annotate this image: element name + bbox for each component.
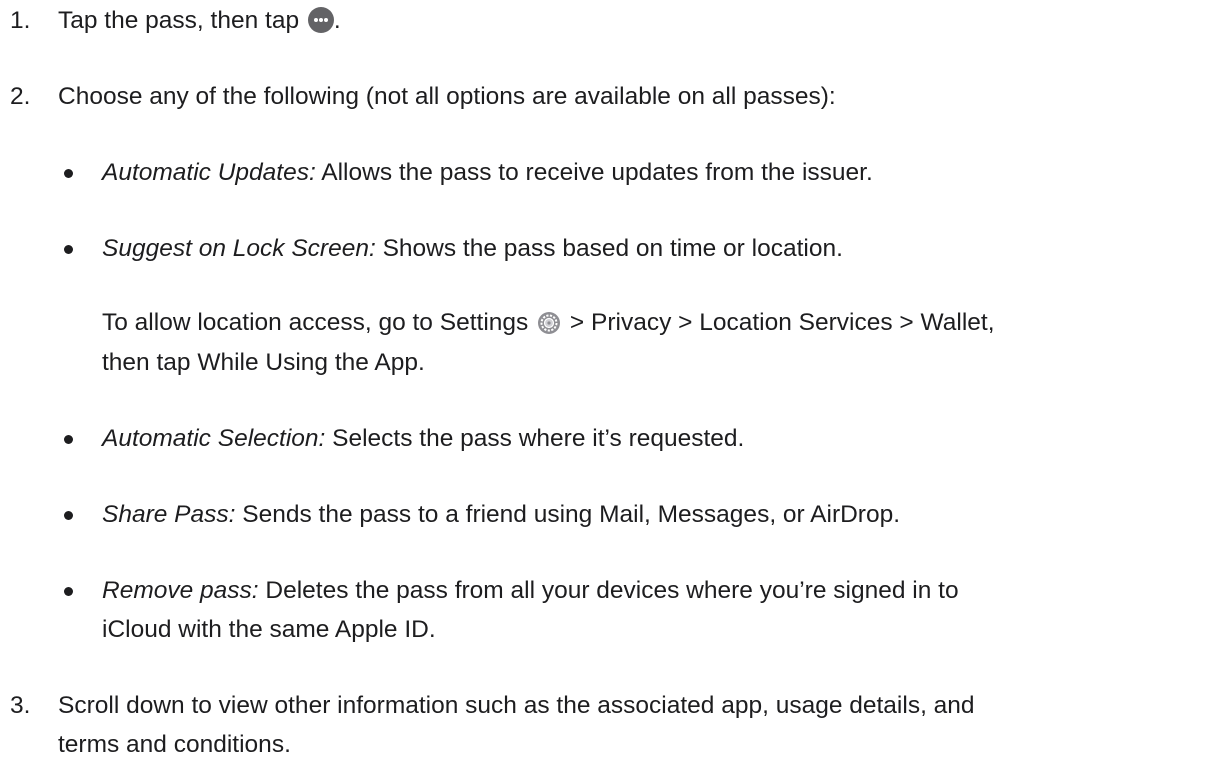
instructions-document: 1. Tap the pass, then tap . 2. Choose an… bbox=[0, 0, 1227, 763]
option-description: Deletes the pass from all your devices w… bbox=[258, 577, 959, 604]
option-term: Remove pass: bbox=[102, 577, 259, 604]
option-term: Automatic Selection: bbox=[102, 425, 326, 452]
option-description: Allows the pass to receive updates from … bbox=[315, 159, 873, 186]
option-description: Shows the pass based on time or location… bbox=[375, 235, 843, 262]
step-number: 1. bbox=[10, 7, 31, 34]
option-remove-pass-line-2: iCloud with the same Apple ID. bbox=[102, 616, 436, 643]
step-text: Scroll down to view other information su… bbox=[58, 692, 975, 719]
location-note-line-2: then tap While Using the App. bbox=[102, 349, 425, 376]
bullet-icon bbox=[64, 587, 73, 596]
bullet-icon bbox=[64, 511, 73, 520]
more-icon bbox=[307, 7, 334, 33]
step-number: 3. bbox=[10, 692, 31, 719]
step-punctuation: . bbox=[333, 7, 341, 34]
location-note-line-1: To allow location access, go to Settings… bbox=[102, 305, 995, 341]
step-number: 2. bbox=[10, 83, 31, 110]
note-text: To allow location access, go to Settings bbox=[102, 309, 529, 336]
settings-icon bbox=[538, 312, 561, 334]
bullet-icon bbox=[64, 169, 73, 178]
step-text: Tap the pass, then tap bbox=[58, 7, 300, 34]
option-term: Automatic Updates: bbox=[102, 159, 316, 186]
bullet-icon bbox=[64, 435, 73, 444]
step-3-line-2: terms and conditions. bbox=[58, 731, 291, 758]
option-description: Sends the pass to a friend using Mail, M… bbox=[235, 501, 901, 528]
bullet-icon bbox=[64, 245, 73, 254]
option-description: Selects the pass where it’s requested. bbox=[325, 425, 745, 452]
option-term: Share Pass: bbox=[102, 501, 236, 528]
step-text: Choose any of the following (not all opt… bbox=[58, 83, 836, 110]
option-term: Suggest on Lock Screen: bbox=[102, 235, 376, 262]
note-path-text: > Privacy > Location Services > Wallet, bbox=[563, 309, 995, 336]
